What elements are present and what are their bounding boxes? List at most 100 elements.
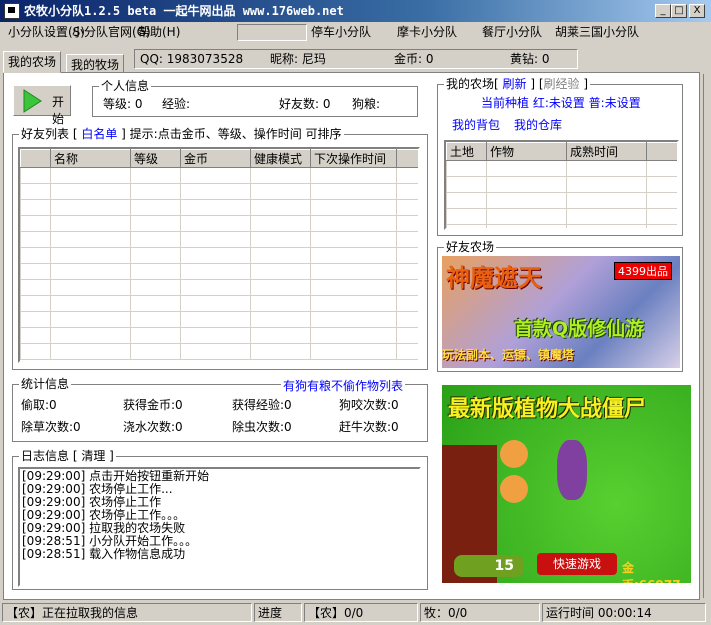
refresh-link[interactable]: 刷新 (503, 77, 527, 91)
table-cell (646, 224, 677, 228)
app-cow-icon (4, 3, 20, 19)
log-group: 日志信息 [ 清理 ] [09:29:00] 点击开始按钮重新开始 [09:29:… (12, 449, 428, 590)
personal-info-group: 个人信息 等级: 0 经验: 好友数: 0 狗粮: (92, 79, 418, 117)
current-planting[interactable]: 当前种植 红:未设置 普:未设置 (481, 94, 641, 111)
status-ranch-count: 牧：0/0 (420, 603, 540, 622)
table-cell (50, 327, 131, 344)
friend-column-header[interactable]: 健康模式 (250, 149, 311, 168)
land-column-header[interactable]: 作物 (486, 142, 567, 161)
tab-my-ranch[interactable]: 我的牧场 (66, 54, 125, 73)
account-info-bar: QQ: 1983073528 昵称: 尼玛 金币: 0 黄钻: 0 (134, 49, 578, 69)
menu-hulai[interactable]: 胡莱三国小分队 (555, 22, 639, 42)
table-cell (180, 247, 251, 264)
table-cell (50, 199, 131, 216)
ad-plant-image (500, 440, 528, 468)
table-cell (50, 295, 131, 312)
table-cell (20, 279, 51, 296)
table-row[interactable] (446, 208, 677, 225)
ad2-quick-play-button[interactable]: 快速游戏 (537, 553, 617, 575)
table-row[interactable] (446, 224, 677, 228)
table-cell (646, 192, 677, 209)
close-button[interactable]: X (689, 4, 705, 18)
table-row[interactable] (20, 327, 418, 344)
my-bag-link[interactable]: 我的背包 (452, 116, 500, 133)
minimize-button[interactable]: _ (655, 4, 671, 18)
menu-parking[interactable]: 停车小分队 (311, 22, 371, 42)
status-message: 【农】正在拉取我的信息 (2, 603, 252, 622)
land-column-header[interactable]: 成熟时间 (566, 142, 647, 161)
clear-log-button[interactable]: 清理 (81, 449, 105, 463)
ad-banner-pvz[interactable]: 最新版植物大战僵尸 15 快速游戏 金币:66977 (442, 385, 691, 583)
land-table[interactable]: 土地 作物 成熟时间 (444, 140, 679, 230)
table-cell (446, 176, 487, 193)
brush-exp-link[interactable]: 刷经验 (544, 77, 580, 91)
table-cell (250, 343, 311, 360)
table-cell (20, 199, 51, 216)
table-cell (446, 208, 487, 225)
table-cell (310, 263, 397, 280)
play-icon (23, 89, 42, 113)
table-cell (20, 263, 51, 280)
table-cell (180, 167, 251, 184)
friend-column-header[interactable]: 下次操作时间 (310, 149, 397, 168)
menu-help[interactable]: 帮助(H) (138, 22, 180, 42)
my-warehouse-link[interactable]: 我的仓库 (514, 116, 562, 133)
yellow-diamond: 黄钻: 0 (510, 52, 550, 66)
table-cell (566, 224, 647, 228)
table-cell (50, 215, 131, 232)
ad-banner-shenmo[interactable]: 神魔遮天 4399出品 首款Q版修仙游 玩法副本、运镖、镇魔塔 (442, 256, 680, 368)
table-cell (310, 199, 397, 216)
table-row[interactable] (20, 343, 418, 360)
table-row[interactable] (446, 160, 677, 177)
table-cell (130, 167, 181, 184)
table-row[interactable] (20, 215, 418, 232)
table-row[interactable] (20, 183, 418, 200)
land-column-header[interactable] (646, 142, 677, 161)
table-row[interactable] (20, 263, 418, 280)
friend-column-header[interactable]: 金币 (180, 149, 251, 168)
friend-table[interactable]: 名称 等级 金币 健康模式 下次操作时间 (18, 147, 420, 363)
tab-my-farm[interactable]: 我的农场 (3, 51, 62, 73)
whitelist-link[interactable]: 白名单 (81, 127, 117, 141)
dog-food-skip-list-link[interactable]: 有狗有粮不偷作物列表 (281, 377, 406, 394)
qq-number: QQ: 1983073528 (140, 52, 244, 66)
table-row[interactable] (20, 199, 418, 216)
table-row[interactable] (20, 279, 418, 296)
table-row[interactable] (20, 247, 418, 264)
table-cell (566, 208, 647, 225)
table-cell (396, 247, 418, 264)
table-cell (180, 343, 251, 360)
table-row[interactable] (446, 192, 677, 209)
friend-column-header[interactable] (20, 149, 51, 168)
table-cell (646, 176, 677, 193)
table-cell (50, 183, 131, 200)
table-cell (180, 295, 251, 312)
personal-info-legend: 个人信息 (99, 79, 152, 93)
friend-column-header[interactable] (396, 149, 418, 168)
table-row[interactable] (446, 176, 677, 193)
table-cell (50, 311, 131, 328)
friend-column-header[interactable]: 等级 (130, 149, 181, 168)
table-row[interactable] (20, 311, 418, 328)
land-column-header[interactable]: 土地 (446, 142, 487, 161)
maximize-button[interactable]: □ (671, 4, 687, 18)
menu-mocha[interactable]: 摩卡小分队 (397, 22, 457, 42)
table-row[interactable] (20, 295, 418, 312)
table-cell (310, 279, 397, 296)
start-button[interactable]: 开始 (13, 85, 71, 126)
menu-restaurant[interactable]: 餐厅小分队 (482, 22, 542, 42)
table-cell (20, 327, 51, 344)
table-cell (250, 167, 311, 184)
table-cell (250, 263, 311, 280)
table-cell (130, 295, 181, 312)
table-cell (310, 167, 397, 184)
table-cell (20, 247, 51, 264)
table-cell (486, 160, 567, 177)
table-row[interactable] (20, 167, 418, 184)
stat-item: 除虫次数:0 (232, 420, 292, 434)
my-farm-group: 我的农场[ 刷新 ] [刷经验 ] 当前种植 红:未设置 普:未设置 我的背包 … (437, 77, 683, 236)
log-textarea[interactable]: [09:29:00] 点击开始按钮重新开始 [09:29:00] 农场停止工作..… (18, 467, 421, 587)
table-row[interactable] (20, 231, 418, 248)
friend-column-header[interactable]: 名称 (50, 149, 131, 168)
table-cell (20, 167, 51, 184)
